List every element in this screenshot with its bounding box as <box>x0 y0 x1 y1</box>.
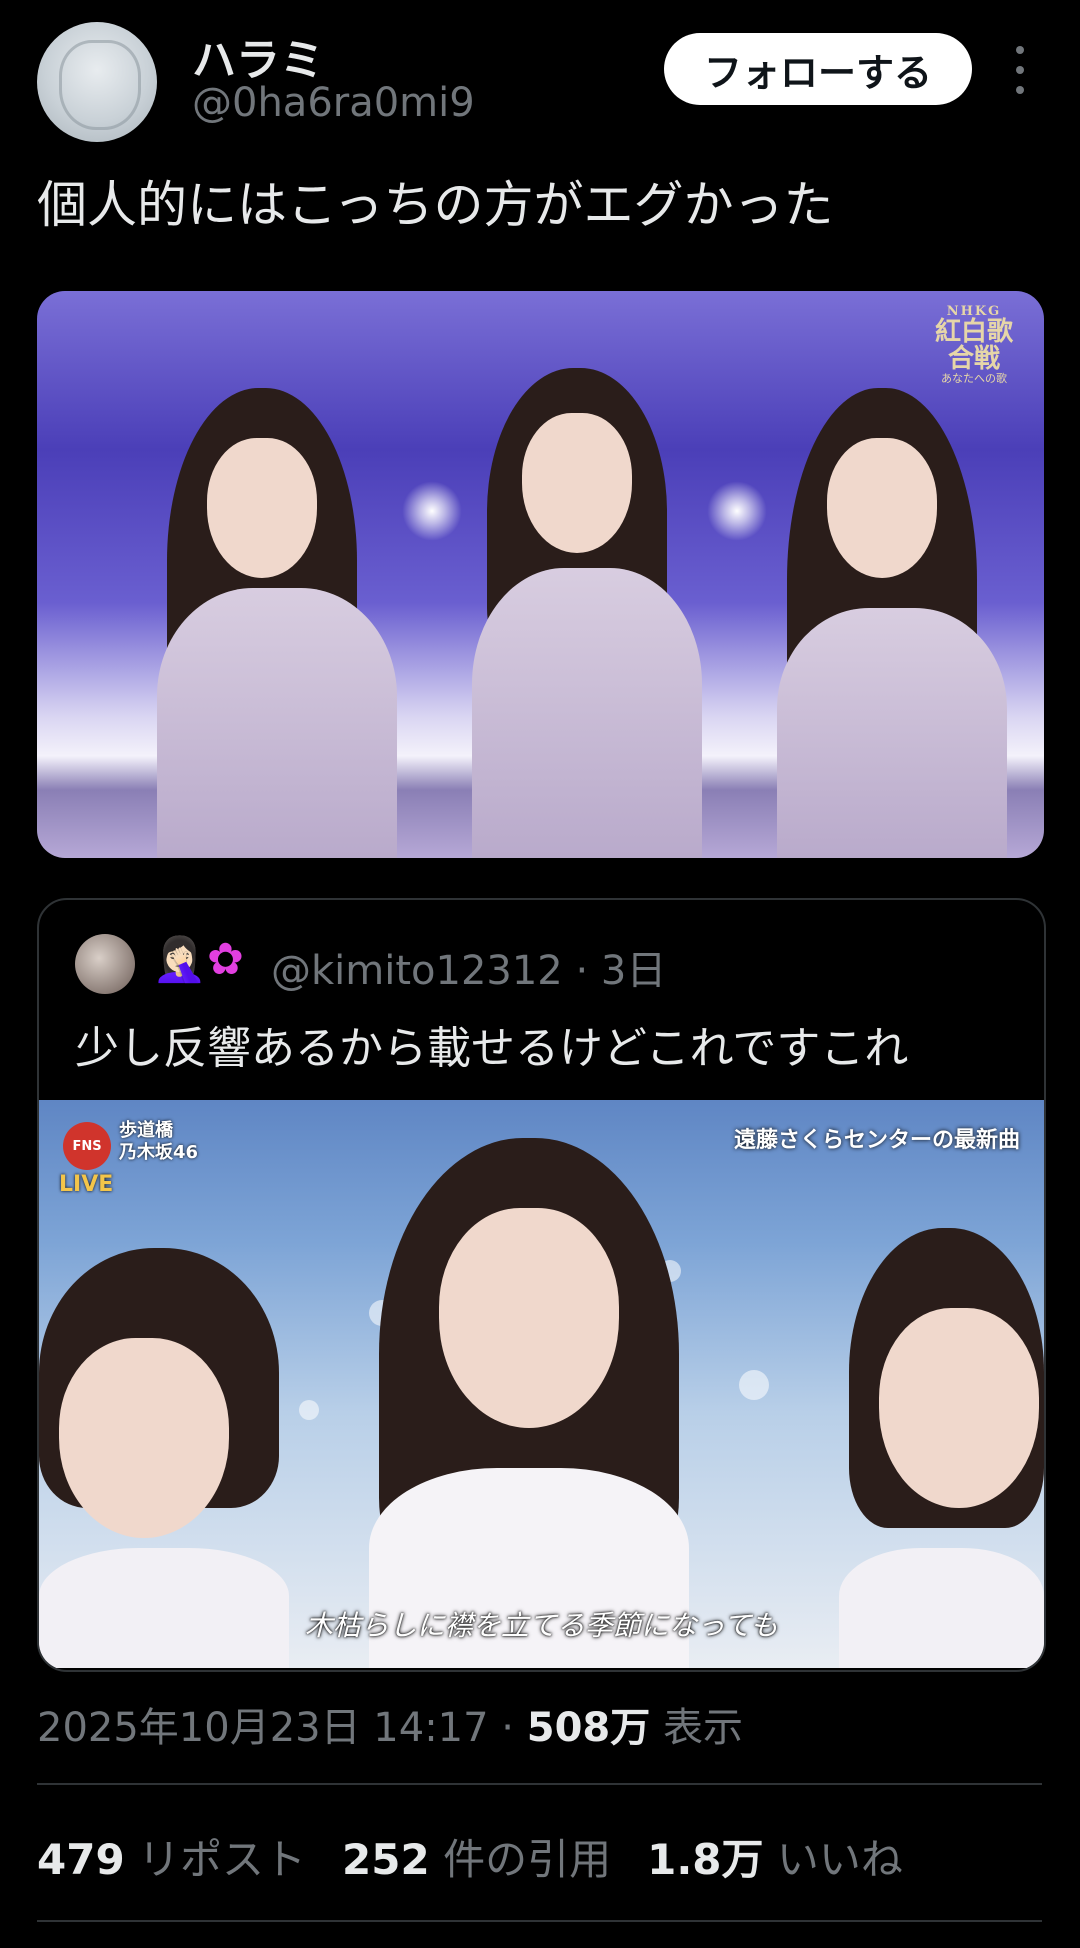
flower-emoji-icon: ✿ <box>207 934 244 985</box>
views-count: 508万 <box>526 1705 651 1751</box>
author-avatar[interactable] <box>37 22 157 142</box>
author-name[interactable]: ハラミ <box>192 24 324 88</box>
follow-button[interactable]: フォローする <box>664 33 972 105</box>
divider <box>37 1783 1042 1785</box>
likes-stat[interactable]: 1.8万 いいね <box>647 1826 903 1887</box>
quoted-author-avatar <box>75 934 135 994</box>
tweet-text: 個人的にはこっちの方がエグかった <box>37 176 834 234</box>
fns-logo-icon: FNS <box>63 1122 111 1170</box>
live-badge: LIVE <box>59 1172 114 1197</box>
tweet-image[interactable]: NHKG 紅白歌合戦 あなたへの歌 <box>37 291 1044 858</box>
quoted-tweet[interactable]: 🤦🏻‍♀️ ✿ @kimito12312 · 3日 少し反響あるから載せるけどこ… <box>37 898 1046 1672</box>
divider <box>37 1920 1042 1922</box>
top-caption: 遠藤さくらセンターの最新曲 <box>733 1128 1020 1153</box>
quoted-handle-meta: @kimito12312 · 3日 <box>271 948 667 994</box>
quoted-image[interactable]: FNS 歩道橋 乃木坂46 LIVE 遠藤さくらセンターの最新曲 木枯らしに襟を… <box>39 1100 1044 1668</box>
program-title: 歩道橋 乃木坂46 <box>119 1120 199 1163</box>
quoted-text: 少し反響あるから載せるけどこれですこれ <box>75 1023 909 1074</box>
engagement-stats: 479 リポスト 252 件の引用 1.8万 いいね <box>37 1826 903 1887</box>
broadcast-logo: NHKG 紅白歌合戦 あなたへの歌 <box>934 304 1013 386</box>
subtitle-caption: 木枯らしに襟を立てる季節になっても <box>304 1609 779 1642</box>
more-options-icon[interactable] <box>1008 46 1032 94</box>
tweet-timestamp[interactable]: 2025年10月23日 14:17 · 508万 表示 <box>37 1695 743 1753</box>
quotes-stat[interactable]: 252 件の引用 <box>342 1826 611 1887</box>
reposts-stat[interactable]: 479 リポスト <box>37 1826 306 1887</box>
facepalm-emoji-icon: 🤦🏻‍♀️ <box>152 934 207 985</box>
author-handle[interactable]: @0ha6ra0mi9 <box>192 80 475 126</box>
